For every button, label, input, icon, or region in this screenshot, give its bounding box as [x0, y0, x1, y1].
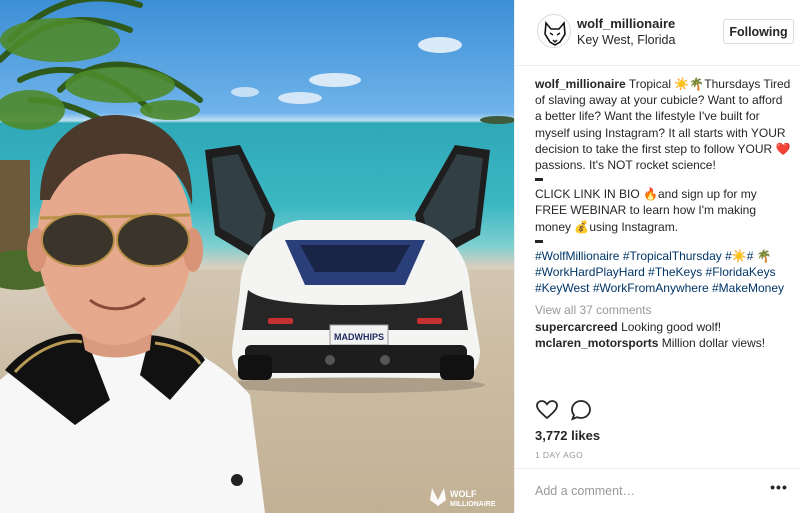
watermark-line-2: MILLIONAIRE [450, 501, 496, 508]
post-photo[interactable]: MADWHIPS WOLF MILLIONAIRE [0, 0, 514, 513]
caption-paragraph-1: wolf_millionaire Tropical ☀️🌴Thursdays T… [535, 76, 791, 173]
hashtag-link[interactable]: #FloridaKeys [706, 265, 776, 279]
hashtag-link[interactable]: #WorkHardPlayHard [535, 265, 645, 279]
instagram-post: MADWHIPS WOLF MILLIONAIRE wolf_millionai… [0, 0, 800, 513]
hashtag-link[interactable]: # [725, 249, 732, 263]
caption: wolf_millionaire Tropical ☀️🌴Thursdays T… [535, 76, 791, 296]
watermark-line-1: WOLF [450, 489, 477, 499]
heart-emoji-icon: ❤️ [775, 141, 791, 156]
header-location[interactable]: Key West, Florida [577, 33, 675, 47]
wolf-logo-icon [544, 21, 566, 46]
view-all-comments-link[interactable]: View all 37 comments [535, 302, 791, 318]
caption-username[interactable]: wolf_millionaire [535, 77, 626, 91]
post-details-panel: wolf_millionaire Key West, Florida Follo… [514, 0, 800, 513]
caption-text: using Instagram. [589, 219, 679, 234]
palm-tree-emoji-icon: 🌴 [756, 248, 772, 263]
comment-icon[interactable] [569, 398, 593, 422]
comment-text: Million dollar views! [661, 335, 766, 350]
avatar[interactable] [537, 14, 571, 48]
car-illustration [205, 145, 490, 393]
fire-emoji-icon: 🔥 [643, 187, 658, 202]
heart-icon[interactable] [535, 398, 559, 422]
caption-text: Tropical [628, 77, 675, 91]
comment-item: supercarcreed Looking good wolf! [535, 319, 791, 335]
caption-text: passions. It's NOT rocket science! [535, 158, 716, 173]
add-comment-input[interactable] [535, 481, 735, 501]
hashtag-link[interactable]: #WorkFromAnywhere [593, 281, 709, 295]
caption-text: CLICK LINK IN BIO [535, 187, 644, 202]
like-count[interactable]: 3,772 likes [535, 428, 600, 443]
hashtag-link[interactable]: #KeyWest [535, 281, 589, 295]
hashtag-link[interactable]: # [747, 249, 754, 263]
hashtag-link[interactable]: #TropicalThursday [623, 249, 722, 263]
hashtag-link[interactable]: #WolfMillionaire [535, 249, 619, 263]
caption-paragraph-2: CLICK LINK IN BIO 🔥and sign up for my FR… [535, 186, 791, 235]
more-options-icon[interactable]: ••• [767, 479, 791, 499]
following-button[interactable]: Following [723, 19, 794, 44]
header-username[interactable]: wolf_millionaire [577, 16, 675, 31]
hashtags: #WolfMillionaire #TropicalThursday #☀️# … [535, 248, 791, 297]
comment-username[interactable]: mclaren_motorsports [535, 336, 658, 350]
post-header: wolf_millionaire Key West, Florida Follo… [515, 0, 800, 66]
sun-emoji-icon: ☀️ [731, 248, 747, 263]
add-comment-bar: ••• [515, 468, 800, 513]
comment-username[interactable]: supercarcreed [535, 320, 618, 334]
comments-section: wolf_millionaire Tropical ☀️🌴Thursdays T… [535, 76, 791, 351]
money-bag-emoji-icon: 💰 [574, 219, 590, 234]
hashtag-link[interactable]: #TheKeys [648, 265, 702, 279]
photo-illustration: MADWHIPS WOLF MILLIONAIRE [0, 0, 514, 513]
license-plate-text: MADWHIPS [334, 332, 384, 342]
post-timestamp: 1 DAY AGO [535, 450, 584, 460]
action-bar [535, 398, 595, 422]
comment-item: mclaren_motorsports Million dollar views… [535, 335, 791, 351]
comment-text: Looking good wolf! [621, 319, 722, 334]
sun-emoji-icon: ☀️ [674, 77, 690, 91]
caption-divider [535, 178, 543, 182]
hashtag-link[interactable]: #MakeMoney [712, 281, 784, 295]
caption-divider [535, 239, 543, 243]
palm-tree-emoji-icon: 🌴 [689, 77, 705, 91]
